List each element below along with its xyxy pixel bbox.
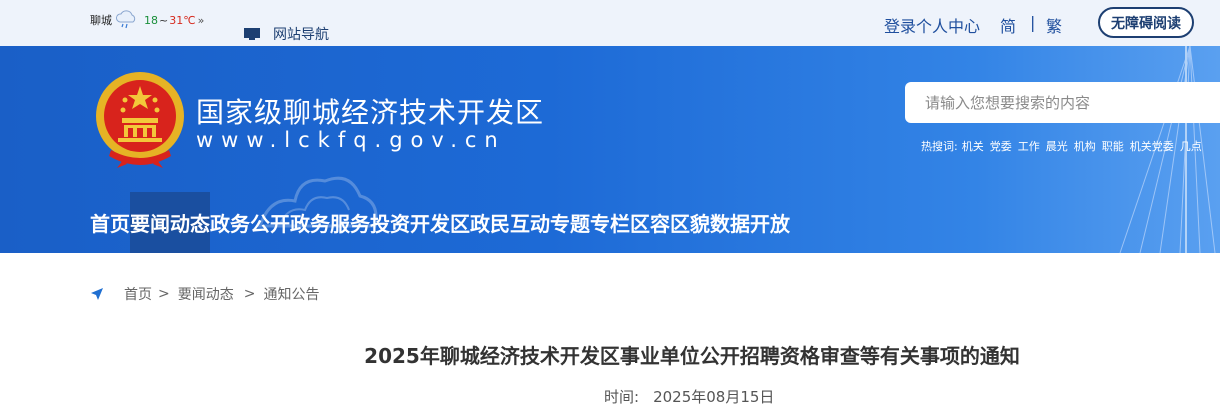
- search-input[interactable]: [905, 82, 1220, 123]
- breadcrumb-news[interactable]: 要闻动态: [178, 284, 234, 304]
- breadcrumb-home[interactable]: 首页: [124, 284, 152, 304]
- time-label: 时间:: [604, 388, 640, 406]
- site-name: 国家级聊城经济技术开发区: [196, 96, 545, 129]
- hot-word[interactable]: 机构: [1074, 138, 1096, 154]
- simplified-chinese-link[interactable]: 简: [1000, 13, 1016, 37]
- weather-city: 聊城: [90, 14, 112, 27]
- hot-word[interactable]: 职能: [1102, 138, 1124, 154]
- hot-word[interactable]: 几点: [1180, 138, 1202, 154]
- nav-item-district-view[interactable]: 区容区貌: [630, 192, 710, 253]
- nav-item-home[interactable]: 首页: [90, 192, 130, 253]
- rain-cloud-icon: [116, 10, 136, 29]
- main-nav: 首页 要闻动态 政务公开 政务服务 投资开发区 政民互动 专题专栏 区容区貌 数…: [90, 192, 790, 253]
- site-nav-link[interactable]: 网站导航: [243, 24, 329, 44]
- article-title: 2025年聊城经济技术开发区事业单位公开招聘资格审查等有关事项的通知: [364, 344, 1020, 368]
- hot-word[interactable]: 晨光: [1046, 138, 1068, 154]
- nav-item-gov-affairs[interactable]: 政务公开: [210, 192, 290, 253]
- hot-search-label: 热搜词:: [921, 140, 958, 153]
- traditional-chinese-link[interactable]: 繁: [1046, 13, 1062, 37]
- national-emblem-icon: [96, 72, 184, 168]
- weather-widget[interactable]: 聊城 18 ~ 31℃ »: [90, 10, 204, 30]
- breadcrumb-separator: >: [158, 286, 170, 302]
- site-header: 国家级聊城经济技术开发区 www.lckfq.gov.cn 热搜词: 机关 党委…: [0, 46, 1220, 253]
- hot-word[interactable]: 机关: [962, 138, 984, 154]
- breadcrumb-notices[interactable]: 通知公告: [263, 284, 319, 304]
- site-nav-label: 网站导航: [273, 27, 329, 43]
- hot-word[interactable]: 工作: [1018, 138, 1040, 154]
- nav-item-special-topics[interactable]: 专题专栏: [550, 192, 630, 253]
- location-arrow-icon: [91, 288, 103, 300]
- login-link[interactable]: 登录个人中心: [884, 13, 980, 37]
- breadcrumb-separator: >: [243, 286, 256, 302]
- temp-low: 18: [144, 13, 158, 27]
- nav-item-interaction[interactable]: 政民互动: [470, 192, 550, 253]
- breadcrumb: 首页 > 要闻动态 > 通知公告: [90, 284, 319, 304]
- article-meta: 时间: 2025年08月15日: [604, 386, 774, 407]
- hot-word[interactable]: 机关党委: [1130, 138, 1174, 154]
- nav-item-gov-services[interactable]: 政务服务: [290, 192, 370, 253]
- accessibility-button[interactable]: 无障碍阅读: [1098, 7, 1194, 38]
- hot-word[interactable]: 党委: [990, 138, 1012, 154]
- top-utility-bar: 聊城 18 ~ 31℃ » 网站导航 登录个人中心 简 | 繁 无障碍阅读: [0, 0, 1220, 46]
- nav-item-news[interactable]: 要闻动态: [130, 192, 210, 253]
- temp-high: 31℃: [169, 13, 196, 27]
- nav-item-open-data[interactable]: 数据开放: [710, 192, 790, 253]
- nav-item-investment[interactable]: 投资开发区: [370, 192, 470, 253]
- monitor-icon: [244, 28, 260, 40]
- weather-more-link[interactable]: »: [198, 14, 205, 27]
- time-value: 2025年08月15日: [653, 388, 775, 406]
- hot-search-words: 热搜词: 机关 党委 工作 晨光 机构 职能 机关党委 几点: [921, 138, 1208, 154]
- lang-divider: |: [1030, 13, 1036, 32]
- search-box: [905, 82, 1220, 123]
- site-url: www.lckfq.gov.cn: [196, 128, 506, 152]
- temp-separator: ~: [159, 13, 169, 27]
